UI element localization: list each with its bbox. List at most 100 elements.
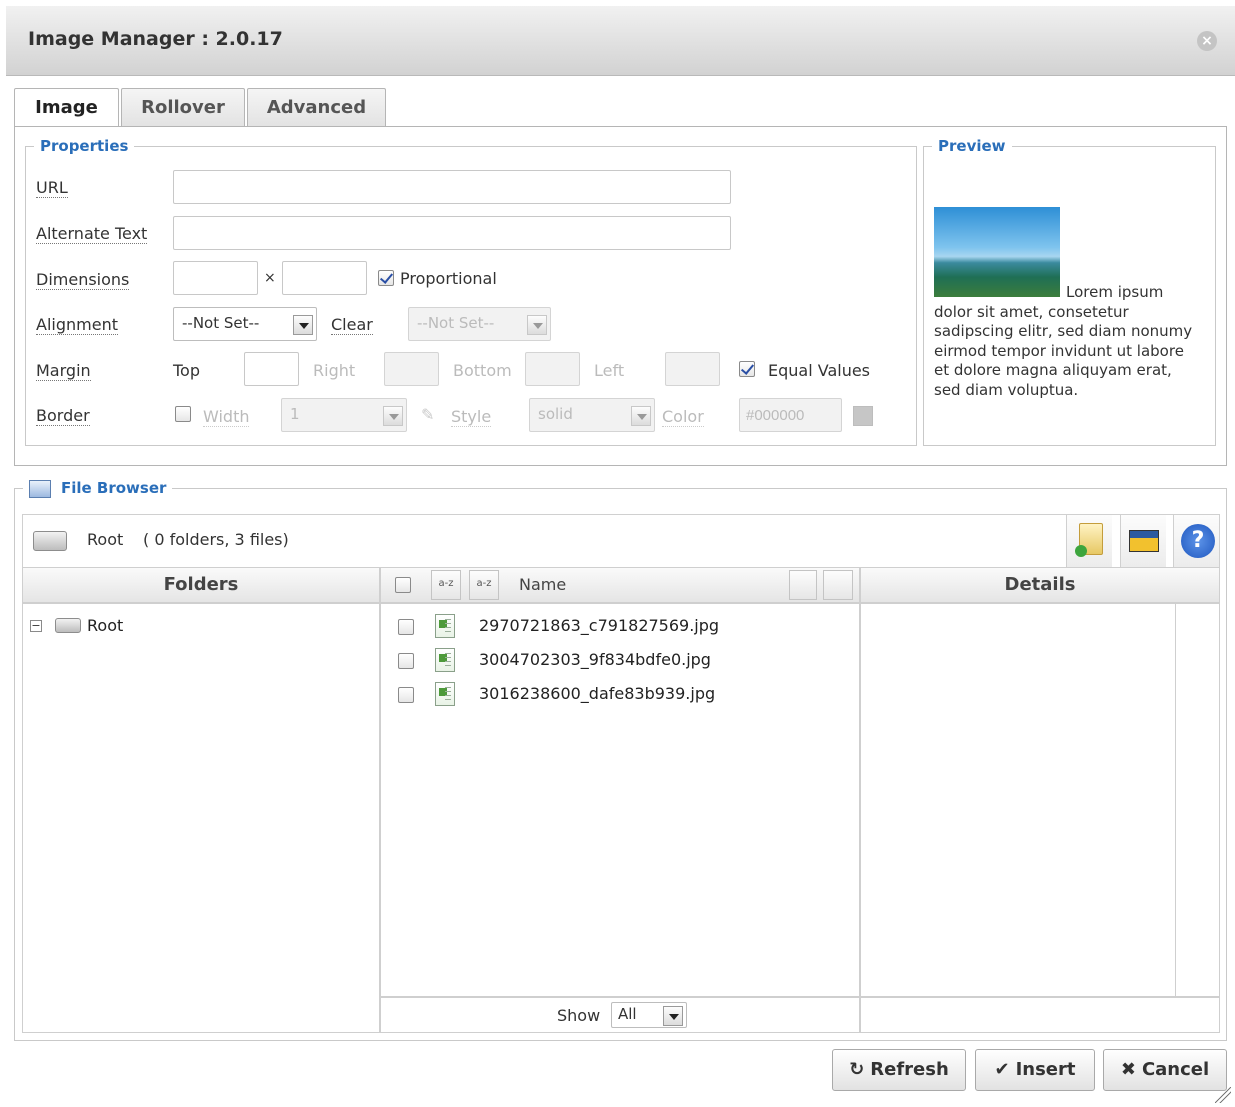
preview-legend: Preview <box>938 137 1006 155</box>
dimensions-label: Dimensions <box>36 270 130 290</box>
margin-bottom-label: Bottom <box>453 361 512 380</box>
check-icon: ✔ <box>994 1059 1010 1080</box>
details-header: Details <box>860 567 1220 603</box>
image-manager-dialog: Image Manager : 2.0.17 × Image Rollover … <box>6 6 1235 1107</box>
show-label: Show <box>557 1006 601 1025</box>
clear-select[interactable]: --Not Set-- <box>408 307 551 341</box>
border-width-value: 1 <box>290 405 300 423</box>
folders-pane: − Root <box>22 603 380 1033</box>
margin-top-label: Top <box>173 361 200 380</box>
border-style-select[interactable]: solid <box>529 398 655 432</box>
alignment-label: Alignment <box>36 315 118 335</box>
show-select[interactable]: All <box>611 1002 687 1028</box>
alignment-value: --Not Set-- <box>182 314 260 332</box>
upload-icon <box>1129 530 1159 552</box>
help-icon: ? <box>1181 524 1215 558</box>
list-view-icon[interactable] <box>789 570 817 600</box>
tab-advanced[interactable]: Advanced <box>247 88 386 128</box>
properties-legend: Properties <box>40 137 129 155</box>
image-file-icon <box>435 682 455 706</box>
border-width-select[interactable]: 1 <box>281 398 407 432</box>
close-icon[interactable]: × <box>1197 31 1217 51</box>
files-pane: 2970721863_c791827569.jpg 3004702303_9f8… <box>380 603 860 997</box>
margin-right-input[interactable] <box>384 352 439 386</box>
file-checkbox[interactable] <box>398 687 414 703</box>
border-color-input[interactable] <box>739 398 842 432</box>
margin-left-label: Left <box>594 361 625 380</box>
margin-label: Margin <box>36 361 91 381</box>
border-width-label: Width <box>203 407 250 427</box>
width-input[interactable] <box>173 261 258 295</box>
alternate-text-label: Alternate Text <box>36 224 148 244</box>
file-name[interactable]: 3004702303_9f834bdfe0.jpg <box>479 650 711 669</box>
proportional-checkbox[interactable] <box>378 270 394 286</box>
tree-item-root[interactable]: Root <box>87 616 123 635</box>
pencil-icon: ✎ <box>421 405 435 424</box>
clear-label: Clear <box>331 315 373 335</box>
path-root-label[interactable]: Root <box>87 530 123 549</box>
margin-left-input[interactable] <box>665 352 720 386</box>
url-input[interactable] <box>173 170 731 204</box>
details-footer <box>860 997 1220 1033</box>
cancel-button[interactable]: ✖ Cancel <box>1103 1049 1227 1091</box>
chevron-down-icon <box>631 406 651 426</box>
folders-header: Folders <box>22 567 380 603</box>
collapse-icon[interactable]: − <box>30 620 42 632</box>
file-browser-title: File Browser <box>61 479 167 497</box>
help-button[interactable]: ? <box>1173 515 1219 567</box>
select-all-checkbox[interactable] <box>395 577 411 593</box>
file-checkbox[interactable] <box>398 653 414 669</box>
chevron-down-icon <box>293 315 313 335</box>
equal-values-checkbox[interactable] <box>739 361 755 377</box>
upload-button[interactable] <box>1120 515 1166 567</box>
border-checkbox[interactable] <box>175 406 191 422</box>
sort-ascending-button[interactable]: a-z <box>431 570 461 600</box>
margin-bottom-input[interactable] <box>525 352 580 386</box>
refresh-icon: ↻ <box>849 1059 865 1080</box>
new-folder-button[interactable] <box>1066 515 1112 567</box>
cancel-label: Cancel <box>1141 1059 1210 1080</box>
tab-rollover[interactable]: Rollover <box>121 88 245 128</box>
chevron-down-icon <box>527 315 547 335</box>
border-style-value: solid <box>538 405 573 423</box>
proportional-label: Proportional <box>400 269 497 288</box>
details-scrollbar-divider <box>1175 604 1176 996</box>
title-bar[interactable]: Image Manager : 2.0.17 × <box>6 6 1235 76</box>
search-binoculars-icon[interactable] <box>823 570 853 600</box>
file-row[interactable]: 2970721863_c791827569.jpg <box>381 610 859 642</box>
file-row[interactable]: 3004702303_9f834bdfe0.jpg <box>381 644 859 676</box>
file-name[interactable]: 2970721863_c791827569.jpg <box>479 616 719 635</box>
file-browser-toolbar: Root ( 0 folders, 3 files) ? <box>22 514 1220 568</box>
drive-icon <box>55 618 81 633</box>
margin-top-input[interactable] <box>244 352 299 386</box>
chevron-down-icon <box>383 406 403 426</box>
file-browser-legend: File Browser <box>23 479 172 498</box>
show-value: All <box>618 1005 637 1023</box>
height-input[interactable] <box>282 261 367 295</box>
preview-fieldset: Preview Lorem ipsum dolor sit amet, cons… <box>923 137 1216 446</box>
preview-text: Lorem ipsum dolor sit amet, consetetur s… <box>934 283 1193 399</box>
clear-value: --Not Set-- <box>417 314 495 332</box>
name-header[interactable]: Name <box>519 568 566 602</box>
alignment-select[interactable]: --Not Set-- <box>173 307 317 341</box>
insert-button[interactable]: ✔ Insert <box>975 1049 1095 1091</box>
color-picker-swatch[interactable] <box>853 406 873 426</box>
url-label: URL <box>36 178 68 198</box>
margin-right-label: Right <box>313 361 356 380</box>
file-row[interactable]: 3016238600_dafe83b939.jpg <box>381 678 859 710</box>
files-header: a-z a-z Name <box>380 567 860 603</box>
insert-label: Insert <box>1015 1059 1076 1080</box>
file-checkbox[interactable] <box>398 619 414 635</box>
file-name[interactable]: 3016238600_dafe83b939.jpg <box>479 684 715 703</box>
sort-descending-button[interactable]: a-z <box>469 570 499 600</box>
alternate-text-input[interactable] <box>173 216 731 250</box>
image-file-icon <box>435 614 455 638</box>
file-browser-icon <box>29 479 51 498</box>
image-tab-panel: Properties URL Alternate Text Dimensions… <box>14 126 1227 466</box>
chevron-down-icon <box>663 1006 683 1026</box>
plus-icon <box>1075 545 1087 557</box>
resize-grip-icon[interactable] <box>1215 1087 1231 1103</box>
refresh-button[interactable]: ↻ Refresh <box>832 1049 966 1091</box>
window-title: Image Manager : 2.0.17 <box>28 28 283 50</box>
refresh-label: Refresh <box>870 1059 949 1080</box>
